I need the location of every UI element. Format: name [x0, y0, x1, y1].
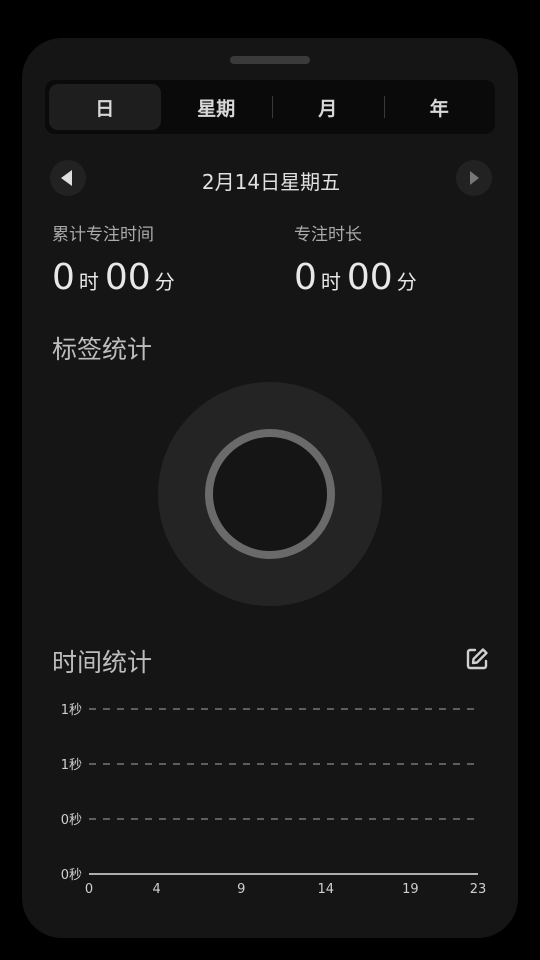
tab-week[interactable]: 星期: [161, 84, 273, 130]
tab-month-label: 月: [318, 97, 338, 120]
tab-year[interactable]: 年: [383, 84, 496, 130]
minute-unit: 分: [396, 270, 417, 294]
total-minutes: 00: [104, 257, 151, 298]
tab-divider: [383, 96, 385, 118]
duration-minutes: 00: [346, 257, 393, 298]
tab-year-label: 年: [429, 97, 449, 120]
tag-stats-title: 标签统计: [52, 335, 153, 364]
tab-month[interactable]: 月: [272, 84, 384, 130]
triangle-right-icon: [470, 171, 479, 185]
x-tick-label: 9: [237, 882, 245, 897]
x-tick-label: 19: [402, 882, 419, 897]
edit-icon[interactable]: [464, 646, 490, 672]
donut-ring: [205, 429, 335, 559]
duration-hours: 0: [294, 257, 317, 298]
x-tick-label: 0: [85, 882, 93, 897]
tag-donut-chart: [158, 382, 382, 606]
time-stats-title: 时间统计: [52, 648, 153, 677]
x-tick-label: 23: [470, 882, 487, 897]
total-focus-stat: 累计专注时间 0 时 00 分: [52, 220, 181, 298]
x-tick-label: 14: [318, 882, 335, 897]
tab-day[interactable]: 日: [49, 84, 161, 130]
period-tabs: 日 星期 月 年: [45, 80, 495, 134]
hour-unit: 时: [320, 270, 341, 294]
tab-week-label: 星期: [197, 97, 236, 120]
focus-duration-label: 专注时长: [294, 225, 362, 245]
total-hours: 0: [52, 257, 75, 298]
y-tick-label: 0秒: [61, 868, 82, 883]
focus-duration-value: 0 时 00 分: [294, 257, 423, 298]
next-date-button[interactable]: [456, 160, 492, 196]
x-tick-label: 4: [153, 882, 161, 897]
focus-duration-stat: 专注时长 0 时 00 分: [294, 220, 423, 298]
y-tick-label: 1秒: [61, 758, 82, 773]
minute-unit: 分: [154, 270, 175, 294]
date-label: 2月14日星期五: [201, 170, 341, 194]
hour-unit: 时: [78, 270, 99, 294]
drag-handle[interactable]: [230, 56, 310, 64]
time-stats-chart: 1秒1秒0秒0秒0 4 9 14 19 23: [61, 703, 487, 897]
y-tick-label: 1秒: [61, 703, 82, 718]
tab-divider: [272, 96, 273, 118]
y-tick-label: 0秒: [61, 813, 82, 828]
total-focus-label: 累计专注时间: [52, 225, 154, 245]
date-navigator: 2月14日星期五: [50, 158, 492, 196]
total-focus-value: 0 时 00 分: [52, 257, 181, 298]
stats-card: 日 星期 月 年 2月14日星期五 累计专注时间 0 时 00 分 专注时长 0 时 00…: [22, 38, 518, 938]
